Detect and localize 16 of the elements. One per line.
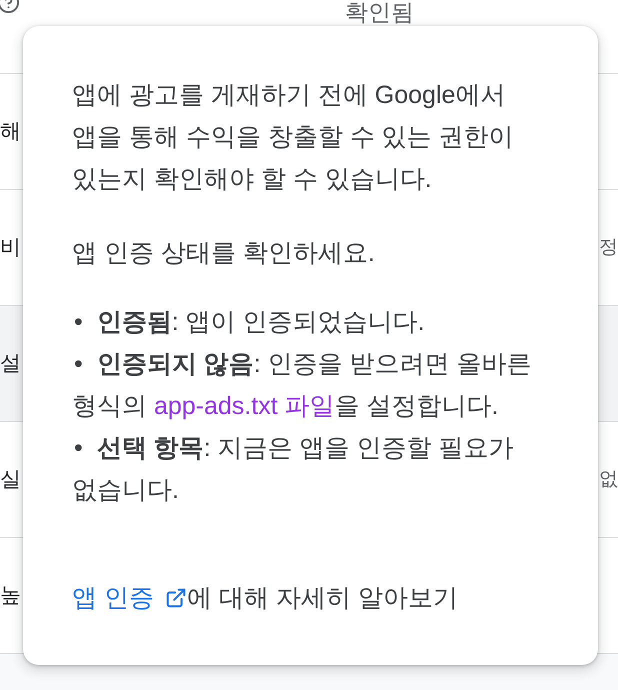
list-item-text: • 선택 항목: 지금은 앱을 인증할 필요가 없습니다. — [72, 434, 514, 504]
table-cell-text: 해 — [0, 118, 21, 144]
learn-more-link[interactable]: 앱 인증 — [72, 584, 187, 612]
list-item-text: • 인증됨: 앱이 인증되었습니다. — [73, 308, 425, 336]
file-link[interactable]: app-ads.txt 파일 — [154, 392, 335, 420]
column-header: 확인됨 — [345, 0, 414, 25]
table-cell-text: 정 — [599, 236, 618, 260]
popover-paragraph: 앱 인증 상태를 확인하세요. — [72, 238, 376, 269]
table-cell-text: 없 — [599, 468, 618, 492]
table-cell-text: 실 — [0, 466, 21, 492]
list-item-text: • 인증되지 않음: 인증을 받으려면 올바른 형식의 app-ads.txt 파일을 설정합니다. — [72, 350, 532, 420]
table-cell-text: 비 — [0, 234, 21, 260]
table-cell-text: 설 — [0, 350, 21, 376]
popover-paragraph: 앱에 광고를 게재하기 전에 Google에서 앱을 통해 수익을 창출할 수 있는 권한이 있는지 확인해야 할 수 있습니다. — [72, 80, 515, 195]
table-cell-text: 높 — [0, 582, 21, 608]
learn-more-text: 앱 인증 에 대해 자세히 알아보기 — [72, 583, 459, 614]
